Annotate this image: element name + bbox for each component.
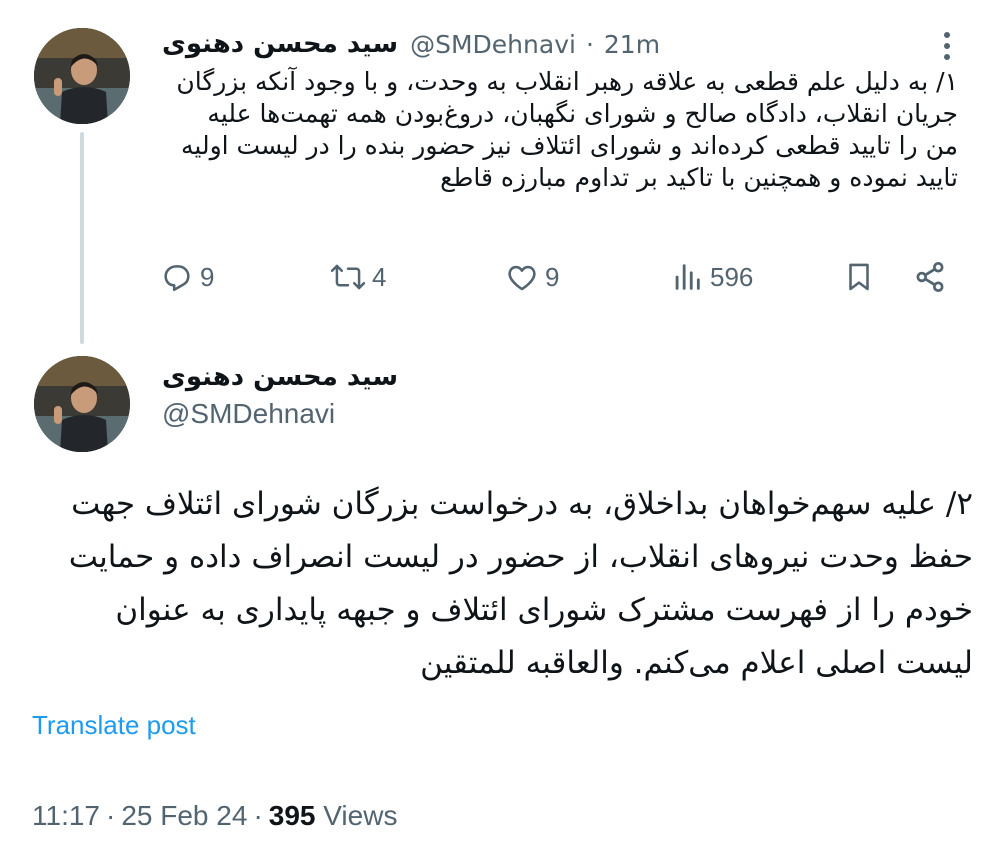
avatar[interactable] (34, 28, 130, 124)
tweet2-date[interactable]: 25 Feb 24 (121, 800, 247, 831)
reply-count: 9 (200, 261, 215, 292)
views-button[interactable]: 596 (670, 255, 753, 299)
bookmark-button[interactable] (842, 255, 876, 299)
tweet2-display-name[interactable]: سید محسن دهنوی (162, 362, 398, 392)
tweet2-views-count: 395 (268, 800, 316, 831)
views-count: 596 (710, 261, 754, 292)
views-icon (670, 260, 704, 294)
tweet1-text: ۱/ به دلیل علم قطعی به علاقه رهبر انقلاب… (176, 67, 958, 192)
like-icon (505, 260, 539, 294)
translate-post-link[interactable]: Translate post (32, 710, 196, 741)
share-icon (912, 259, 948, 295)
reply-button[interactable]: 9 (160, 255, 214, 299)
reply-icon (160, 260, 194, 294)
tweet1-display-name[interactable]: سید محسن دهنوی (162, 29, 398, 59)
like-button[interactable]: 9 (505, 255, 559, 299)
meta-separator: · (106, 800, 116, 831)
thread-line (80, 132, 84, 344)
tweet1-action-bar: 9 4 9 596 (160, 255, 960, 299)
tweet2-time[interactable]: 11:17 (32, 800, 100, 831)
bookmark-icon (842, 260, 876, 294)
repost-icon (330, 260, 366, 294)
tweet1-separator: · (585, 29, 594, 59)
more-icon[interactable] (935, 28, 959, 64)
repost-button[interactable]: 4 (330, 255, 386, 299)
tweet1-header: سید محسن دهنوی @SMDehnavi · 21m (162, 24, 962, 64)
tweet1-handle[interactable]: @SMDehnavi (410, 30, 576, 59)
like-count: 9 (545, 261, 560, 292)
tweet2-views-label: Views (323, 800, 398, 831)
repost-count: 4 (372, 261, 387, 292)
tweet2-handle[interactable]: @SMDehnavi (162, 398, 335, 430)
tweet2-meta: 11:17 · 25 Feb 24 · 395 Views (32, 800, 397, 832)
share-button[interactable] (912, 255, 948, 299)
tweet2-text: ۲/ علیه سهم‌خواهان بداخلاق، به درخواست ب… (68, 486, 973, 681)
meta-separator: · (253, 800, 263, 831)
avatar[interactable] (34, 356, 130, 452)
tweet1-time[interactable]: 21m (604, 30, 660, 59)
